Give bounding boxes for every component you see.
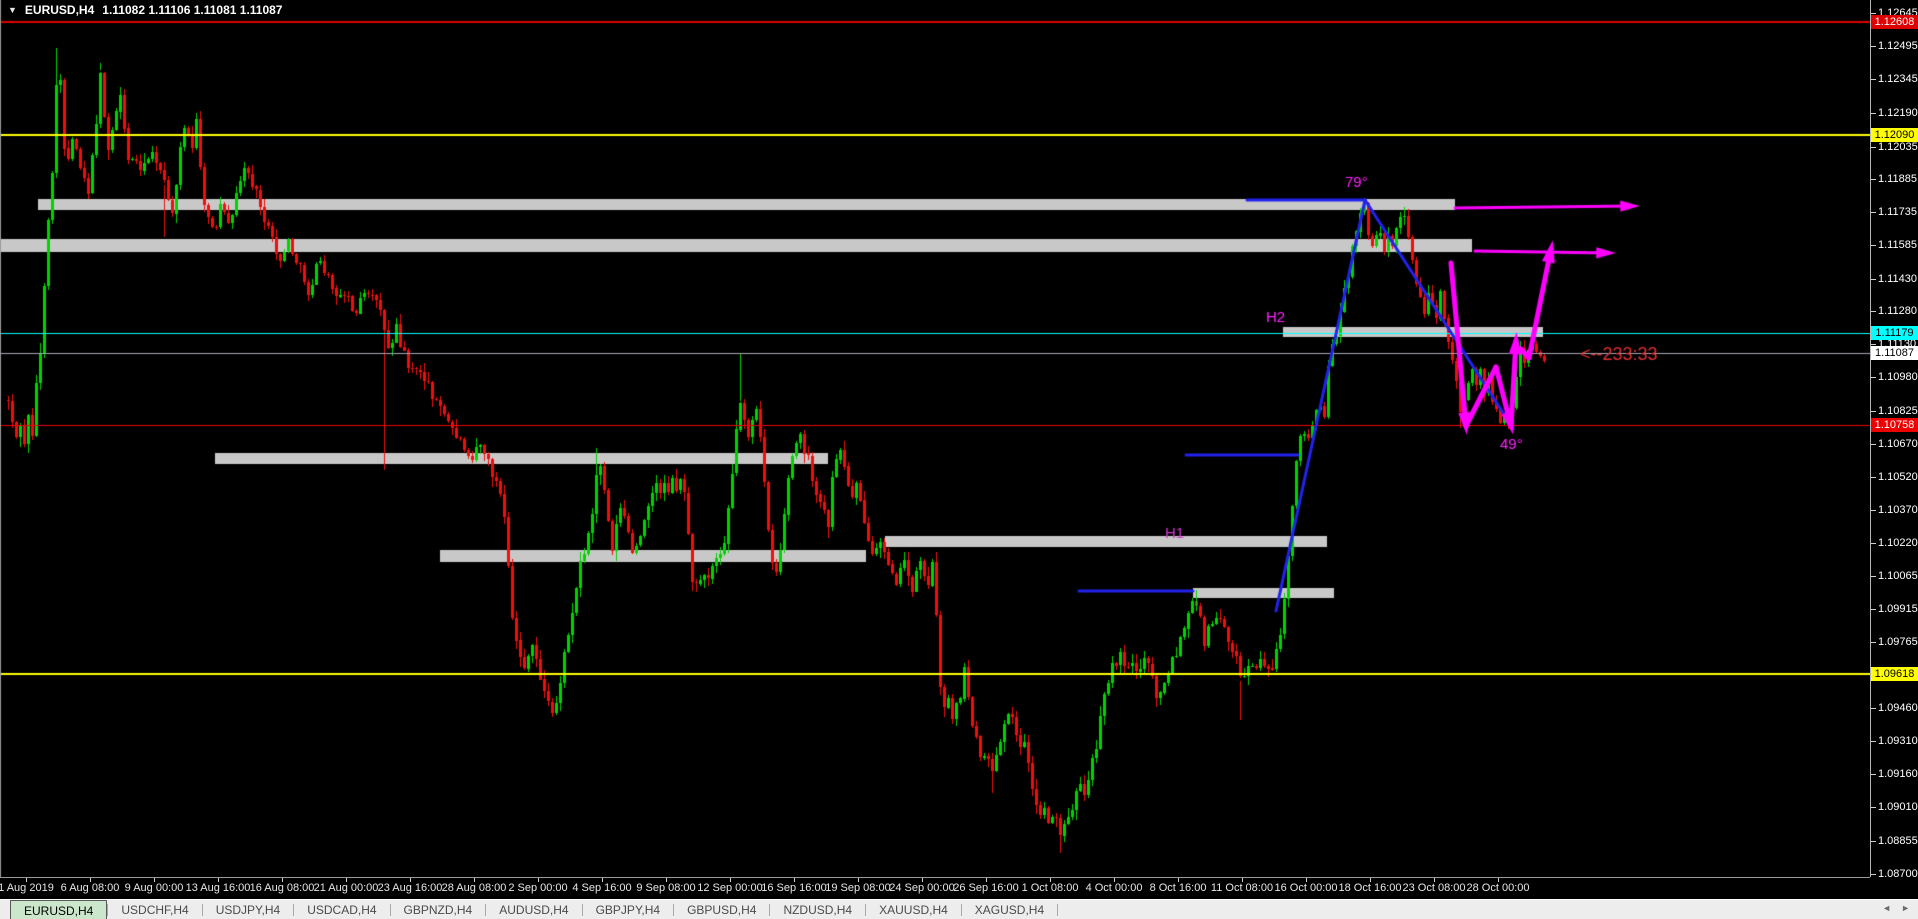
price-axis-badge: 1.11087 (1871, 346, 1918, 360)
price-axis-tickmark (1871, 543, 1876, 544)
price-axis-tickmark (1871, 741, 1876, 742)
price-axis-tickmark (1871, 46, 1876, 47)
price-axis-tickmark (1871, 344, 1876, 345)
tab-usdjpy-h4[interactable]: USDJPY,H4 (203, 900, 293, 919)
symbol-dropdown-icon[interactable]: ▼ (8, 5, 17, 15)
mt4-chart-window: ▼ EURUSD,H4 1.11082 1.11106 1.11081 1.11… (0, 0, 1918, 919)
chart-title-bar: ▼ EURUSD,H4 1.11082 1.11106 1.11081 1.11… (8, 3, 282, 17)
price-axis-badge: 1.10758 (1871, 418, 1918, 432)
chart-title-symbol: EURUSD,H4 (24, 3, 95, 17)
tab-scroll-right-icon[interactable]: ► (1901, 903, 1910, 913)
price-axis-tickmark (1871, 708, 1876, 709)
tab-gbpjpy-h4[interactable]: GBPJPY,H4 (583, 900, 673, 919)
price-axis-tick: 1.10825 (1878, 405, 1918, 417)
price-axis-tick: 1.11430 (1878, 273, 1917, 285)
price-axis-tickmark (1871, 444, 1876, 445)
tab-xagusd-h4[interactable]: XAGUSD,H4 (962, 900, 1057, 919)
tab-eurusd-h4[interactable]: EURUSD,H4 (10, 900, 108, 919)
price-axis-tick: 1.09010 (1878, 801, 1918, 813)
price-axis-tickmark (1871, 609, 1876, 610)
price-axis-tick: 1.10220 (1878, 537, 1918, 549)
price-axis-tickmark (1871, 774, 1876, 775)
time-axis[interactable]: 1 Aug 2019 6 Aug 08:00 9 Aug 00:00 13 Aug 1… (0, 877, 1870, 900)
chart-canvas[interactable] (0, 0, 1870, 877)
tab-separator (1057, 904, 1059, 916)
price-axis-tick: 1.08700 (1878, 868, 1918, 880)
price-axis-tick: 1.09310 (1878, 735, 1918, 747)
price-axis-tick: 1.11735 (1878, 206, 1917, 218)
price-axis-tick: 1.10520 (1878, 471, 1918, 483)
price-axis-tickmark (1871, 510, 1876, 511)
price-axis-badge: 1.12608 (1871, 15, 1918, 29)
tab-nzdusd-h4[interactable]: NZDUSD,H4 (770, 900, 865, 919)
price-axis-tick: 1.08855 (1878, 835, 1918, 847)
tab-usdcad-h4[interactable]: USDCAD,H4 (294, 900, 389, 919)
price-axis-badge: 1.12090 (1871, 128, 1918, 142)
price-axis-tickmark (1871, 576, 1876, 577)
price-axis-tickmark (1871, 841, 1876, 842)
price-axis-tickmark (1871, 874, 1876, 875)
tab-usdchf-h4[interactable]: USDCHF,H4 (108, 900, 201, 919)
chart-tab-bar: EURUSD,H4 USDCHF,H4 USDJPY,H4 USDCAD,H4 GBPN… (0, 899, 1918, 919)
tab-xauusd-h4[interactable]: XAUUSD,H4 (866, 900, 961, 919)
price-axis-tickmark (1871, 113, 1876, 114)
price-axis-tick: 1.10065 (1878, 570, 1918, 582)
tab-gbpusd-h4[interactable]: GBPUSD,H4 (674, 900, 769, 919)
chart-title-ohlc: 1.11082 1.11106 1.11081 1.11087 (102, 3, 283, 17)
tab-scroll-left-icon[interactable]: ◄ (1882, 903, 1891, 913)
tab-scrollbar: ◄ ► (1882, 903, 1910, 913)
price-axis-tick: 1.09160 (1878, 768, 1918, 780)
price-axis-tick: 1.10370 (1878, 504, 1918, 516)
price-axis-tickmark (1871, 377, 1876, 378)
price-axis-tick: 1.11280 (1878, 305, 1917, 317)
price-axis-tickmark (1871, 79, 1876, 80)
price-axis-tickmark (1871, 642, 1876, 643)
price-axis-tick: 1.09460 (1878, 702, 1918, 714)
price-axis-tickmark (1871, 179, 1876, 180)
price-axis-badge: 1.11179 (1871, 326, 1918, 340)
price-axis-tickmark (1871, 807, 1876, 808)
price-axis-tick: 1.11885 (1878, 173, 1917, 185)
price-axis-tick: 1.12495 (1878, 40, 1918, 52)
price-axis-tickmark (1871, 245, 1876, 246)
price-axis-tick: 1.11585 (1878, 239, 1917, 251)
price-axis-tick: 1.12035 (1878, 141, 1918, 153)
price-axis-tickmark (1871, 212, 1876, 213)
tab-gbpnzd-h4[interactable]: GBPNZD,H4 (391, 900, 486, 919)
price-axis-tickmark (1871, 13, 1876, 14)
price-axis-tickmark (1871, 477, 1876, 478)
price-axis-tick: 1.10670 (1878, 438, 1918, 450)
price-axis-tickmark (1871, 411, 1876, 412)
price-axis-tickmark (1871, 311, 1876, 312)
price-axis[interactable]: 1.12645 1.12495 1.12345 1.12190 1.12035 1.118… (1870, 0, 1918, 880)
price-axis-tick: 1.10980 (1878, 371, 1918, 383)
tab-audusd-h4[interactable]: AUDUSD,H4 (486, 900, 581, 919)
time-axis-label: 28 Oct 00:00 (1466, 882, 1530, 894)
price-axis-tickmark (1871, 147, 1876, 148)
price-axis-tick: 1.09765 (1878, 636, 1918, 648)
price-axis-badge: 1.09618 (1871, 667, 1918, 681)
price-axis-tick: 1.09915 (1878, 603, 1918, 615)
price-axis-tick: 1.12345 (1878, 73, 1918, 85)
price-axis-tick: 1.12190 (1878, 107, 1918, 119)
price-axis-tickmark (1871, 279, 1876, 280)
